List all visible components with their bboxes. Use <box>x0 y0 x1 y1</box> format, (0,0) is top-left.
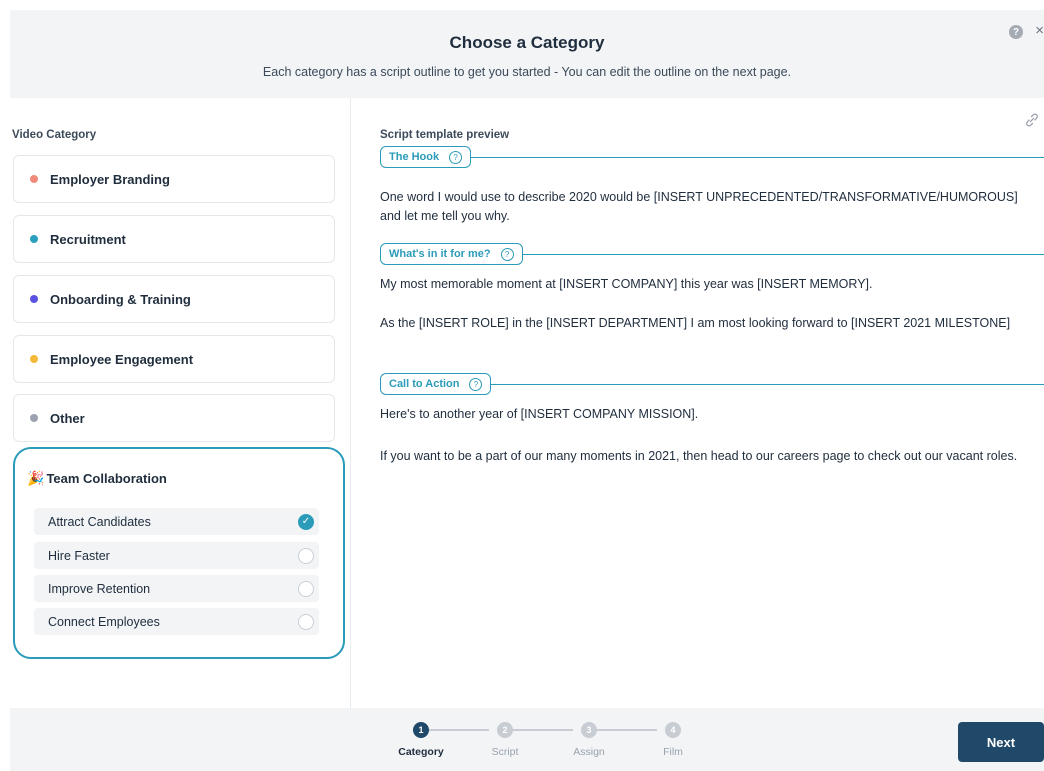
page-title: Choose a Category <box>449 33 605 52</box>
radio-icon[interactable] <box>298 613 314 630</box>
link-icon[interactable] <box>1024 112 1040 128</box>
option-connect-employees[interactable]: Connect Employees <box>34 608 319 635</box>
team-collaboration-title: 🎉 Team Collaboration <box>27 470 167 487</box>
category-employee-engagement[interactable]: Employee Engagement <box>13 335 335 383</box>
checkmark-radio-icon[interactable]: ✓ <box>298 513 314 530</box>
option-label: Hire Faster <box>48 548 110 563</box>
hook-text: One word I would use to describe 2020 wo… <box>380 190 1018 223</box>
stepper-footer: 1 Category 2 Script 3 Assign 4 Film Next <box>10 708 1044 771</box>
careers-text: If you want to be a part of our many mom… <box>380 449 1018 463</box>
pill-cta: Call to Action ? <box>380 373 492 395</box>
step-category[interactable]: 1 Category <box>391 722 451 758</box>
section-divider <box>491 383 1044 385</box>
category-label: Employee Engagement <box>50 351 194 367</box>
script-preview-panel: Script template preview The Hook ? One w… <box>351 98 1044 708</box>
team-collaboration-panel: 🎉 Team Collaboration Attract Candidates … <box>13 447 345 659</box>
option-label: Improve Retention <box>48 581 151 596</box>
step-script[interactable]: 2 Script <box>475 722 535 758</box>
step-label: Film <box>663 746 683 758</box>
category-label: Employer Branding <box>50 171 170 187</box>
question-icon[interactable]: ? <box>500 247 514 261</box>
pill-whats-in-it-label: What's in it for me? <box>389 248 491 260</box>
radio-icon[interactable] <box>298 580 314 597</box>
pill-cta-label: Call to Action <box>389 378 460 390</box>
team-title-label: Team Collaboration <box>46 471 167 486</box>
step-number: 2 <box>497 722 513 738</box>
pill-hook-label: The Hook <box>389 151 440 163</box>
dot-icon <box>30 235 38 243</box>
help-icon[interactable]: ? <box>1009 25 1023 39</box>
pill-whats-in-it: What's in it for me? ? <box>380 243 523 265</box>
step-film[interactable]: 4 Film <box>643 722 703 758</box>
category-label: Recruitment <box>50 231 126 247</box>
option-label: Attract Candidates <box>48 514 151 529</box>
category-label: Other <box>50 410 85 426</box>
step-number: 1 <box>413 722 429 738</box>
section-hook: The Hook ? <box>380 146 1044 168</box>
modal-header: Choose a Category Each category has a sc… <box>10 10 1044 98</box>
category-employer-branding[interactable]: Employer Branding <box>13 155 335 203</box>
option-improve-retention[interactable]: Improve Retention <box>34 575 319 602</box>
page-subtitle: Each category has a script outline to ge… <box>262 65 792 79</box>
radio-icon[interactable] <box>298 547 314 564</box>
category-modal: Choose a Category Each category has a sc… <box>10 10 1044 771</box>
step-label: Script <box>491 746 519 758</box>
dot-icon <box>30 295 38 303</box>
section-divider <box>471 156 1044 158</box>
video-category-label: Video Category <box>12 129 97 141</box>
next-button[interactable]: Next <box>958 722 1044 762</box>
option-hire-faster[interactable]: Hire Faster <box>34 542 319 569</box>
step-number: 3 <box>581 722 597 738</box>
category-recruitment[interactable]: Recruitment <box>13 215 335 263</box>
pill-hook: The Hook ? <box>380 146 472 168</box>
script-preview-label: Script template preview <box>380 129 510 141</box>
memory-text: My most memorable moment at [INSERT COMP… <box>380 277 873 291</box>
step-number: 4 <box>665 722 681 738</box>
category-label: Onboarding & Training <box>50 291 191 307</box>
category-other[interactable]: Other <box>13 394 335 442</box>
mission-text: Here's to another year of [INSERT COMPAN… <box>380 407 699 421</box>
question-icon[interactable]: ? <box>449 150 463 164</box>
role-text: As the [INSERT ROLE] in the [INSERT DEPA… <box>380 316 1011 330</box>
dot-icon <box>30 355 38 363</box>
option-label: Connect Employees <box>48 614 160 629</box>
step-label: Category <box>398 746 444 758</box>
dot-icon <box>30 414 38 422</box>
party-popper-icon: 🎉 <box>27 470 45 486</box>
question-icon[interactable]: ? <box>469 377 483 391</box>
category-onboarding-training[interactable]: Onboarding & Training <box>13 275 335 323</box>
step-label: Assign <box>573 746 605 758</box>
step-assign[interactable]: 3 Assign <box>559 722 619 758</box>
video-category-panel: Video Category Employer Branding Recruit… <box>10 98 351 708</box>
section-divider <box>522 253 1044 255</box>
dot-icon <box>30 175 38 183</box>
section-whats-in-it: What's in it for me? ? <box>380 243 1044 265</box>
close-icon[interactable]: × <box>1035 22 1044 39</box>
option-attract-candidates[interactable]: Attract Candidates ✓ <box>34 508 319 535</box>
section-cta: Call to Action ? <box>380 373 1044 395</box>
